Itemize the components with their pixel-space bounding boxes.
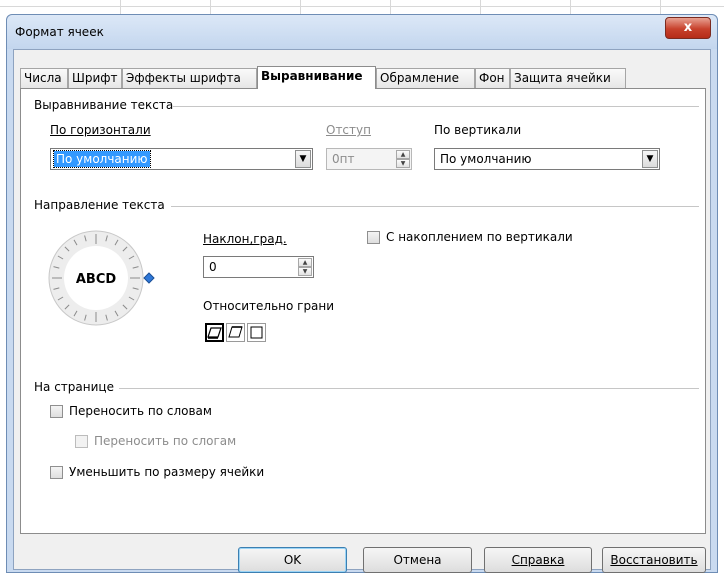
- divider: [173, 106, 699, 107]
- ok-label: OK: [283, 553, 302, 567]
- edge-inside-icon: [250, 326, 263, 339]
- help-label: Справка: [511, 553, 565, 567]
- stacked-vertical-label: С накоплением по вертикали: [386, 230, 573, 244]
- tab-numbers[interactable]: Числа: [20, 68, 68, 88]
- tab-background[interactable]: Фон: [475, 68, 510, 88]
- dial-handle-icon[interactable]: [143, 272, 155, 284]
- vertical-select[interactable]: По умолчанию ▼: [434, 148, 660, 170]
- title-bar[interactable]: Формат ячеек x: [7, 15, 717, 49]
- horizontal-label: По горизонтали: [50, 123, 151, 137]
- wrap-words-label: Переносить по словам: [69, 404, 212, 418]
- rotation-dial[interactable]: ABCD: [48, 225, 158, 335]
- chevron-down-icon[interactable]: ▼: [295, 150, 311, 168]
- tab-borders[interactable]: Обрамление: [376, 68, 475, 88]
- spin-up-icon[interactable]: ▲: [396, 150, 410, 159]
- grid-line: [0, 6, 724, 7]
- vertical-label: По вертикали: [434, 123, 522, 137]
- indent-label: Отступ: [326, 123, 371, 137]
- spin-down-icon[interactable]: ▼: [396, 159, 410, 168]
- reference-edge-label: Относительно грани: [203, 299, 335, 313]
- tab-label: Фон: [479, 71, 505, 85]
- dialog-body: Числа Шрифт Эффекты шрифта Выравнивание …: [13, 49, 711, 573]
- vertical-value: По умолчанию: [440, 152, 532, 166]
- format-cells-dialog: Формат ячеек x Числа Шрифт Эффекты шрифт…: [6, 14, 718, 573]
- angle-label: Наклон,град.: [203, 232, 287, 246]
- spin-down-icon[interactable]: ▼: [298, 267, 312, 276]
- angle-spinner[interactable]: 0 ▲ ▼: [203, 256, 314, 278]
- close-icon: x: [683, 20, 693, 35]
- close-button[interactable]: x: [665, 17, 711, 39]
- tab-label: Шрифт: [72, 71, 118, 85]
- edge-inside-button[interactable]: [247, 323, 266, 342]
- divider: [119, 388, 699, 389]
- reset-label: Восстановить: [610, 553, 698, 567]
- hyphenation-checkbox[interactable]: [75, 435, 88, 448]
- edge-top-icon: [228, 326, 243, 338]
- angle-value: 0: [209, 260, 217, 274]
- help-button[interactable]: Справка: [484, 547, 592, 573]
- shrink-to-fit-checkbox[interactable]: [50, 466, 63, 479]
- indent-spinner[interactable]: 0пт ▲ ▼: [326, 148, 412, 170]
- on-page-heading: На странице: [34, 380, 114, 394]
- edge-bottom-icon: [207, 327, 222, 339]
- tab-font-effects[interactable]: Эффекты шрифта: [122, 68, 257, 88]
- cancel-button[interactable]: Отмена: [363, 547, 472, 573]
- chevron-down-icon[interactable]: ▼: [642, 150, 658, 168]
- alignment-panel: Выравнивание текста По горизонтали По ум…: [20, 88, 706, 534]
- tab-label: Числа: [24, 71, 62, 85]
- stacked-vertical-checkbox[interactable]: [367, 231, 380, 244]
- edge-top-button[interactable]: [226, 323, 245, 342]
- wrap-words-checkbox[interactable]: [50, 405, 63, 418]
- hyphenation-label: Переносить по слогам: [94, 434, 237, 448]
- tab-label: Защита ячейки: [514, 71, 611, 85]
- tab-label: Эффекты шрифта: [126, 71, 241, 85]
- indent-value: 0пт: [332, 152, 355, 166]
- ok-button[interactable]: OK: [238, 547, 347, 573]
- spin-up-icon[interactable]: ▲: [298, 258, 312, 267]
- cancel-label: Отмена: [393, 553, 442, 567]
- tab-label: Выравнивание: [261, 69, 363, 83]
- text-alignment-heading: Выравнивание текста: [34, 98, 174, 112]
- tab-alignment[interactable]: Выравнивание: [257, 66, 376, 89]
- dialog-title: Формат ячеек: [15, 25, 104, 39]
- shrink-to-fit-label: Уменьшить по размеру ячейки: [69, 465, 265, 479]
- reset-button[interactable]: Восстановить: [602, 547, 706, 573]
- horizontal-value: По умолчанию: [53, 150, 151, 168]
- edge-bottom-button[interactable]: [205, 323, 224, 342]
- tab-cell-protection[interactable]: Защита ячейки: [510, 68, 626, 88]
- horizontal-select[interactable]: По умолчанию ▼: [50, 148, 313, 170]
- divider: [171, 206, 699, 207]
- text-direction-heading: Направление текста: [34, 198, 165, 212]
- tab-font[interactable]: Шрифт: [68, 68, 122, 88]
- tab-label: Обрамление: [380, 71, 459, 85]
- dial-text: ABCD: [76, 272, 117, 287]
